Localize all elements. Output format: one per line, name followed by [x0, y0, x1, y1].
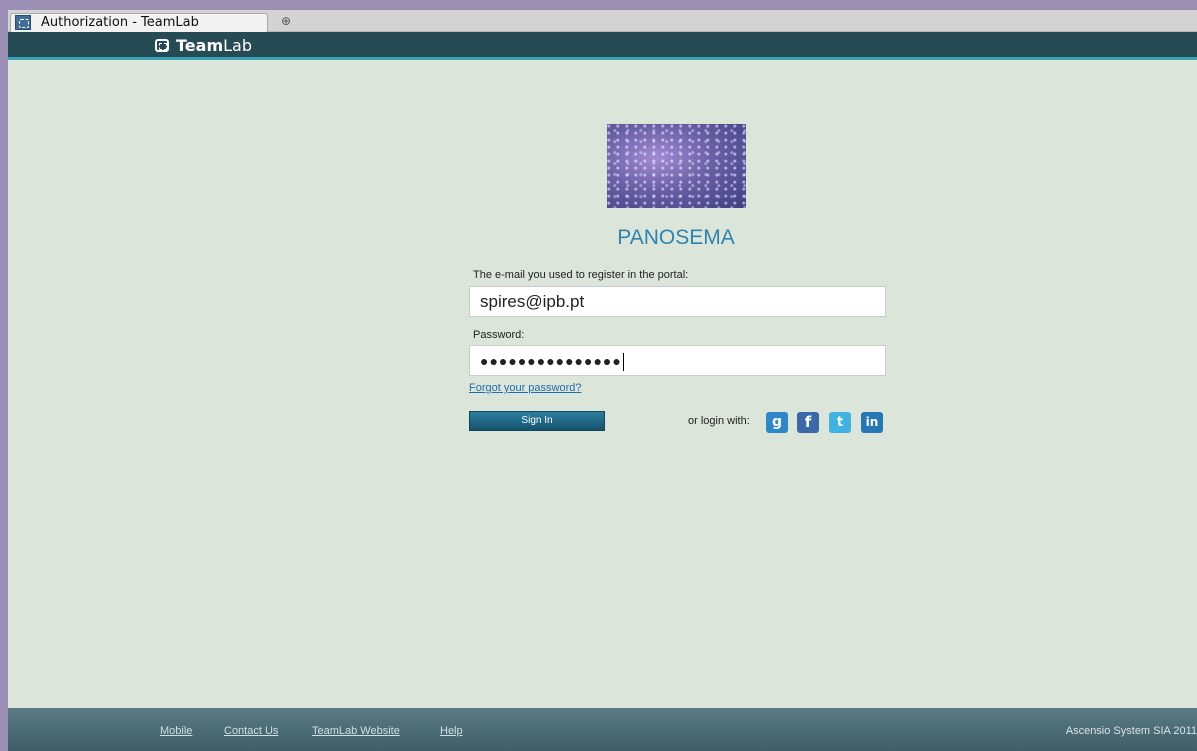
logo-text-lab: Lab [223, 36, 252, 55]
footer-link-contact-us[interactable]: Contact Us [224, 725, 278, 737]
google-login-icon[interactable]: g [766, 412, 788, 433]
browser-window: Authorization - TeamLab ⊕ TeamLab PANOSE… [8, 10, 1197, 751]
teamlab-favicon-icon [15, 15, 31, 30]
tab-bar: Authorization - TeamLab ⊕ [8, 10, 1197, 32]
browser-tab[interactable]: Authorization - TeamLab [10, 13, 268, 32]
teamlab-logo[interactable]: TeamLab [155, 36, 252, 56]
teamlab-logo-icon [155, 39, 169, 52]
text-caret [622, 352, 624, 371]
twitter-login-icon[interactable]: t [829, 412, 851, 433]
site-footer: Mobile Contact Us TeamLab Website Help A… [8, 708, 1197, 751]
tab-title: Authorization - TeamLab [41, 15, 199, 30]
password-field[interactable]: ●●●●●●●●●●●●●●● [469, 345, 886, 376]
footer-link-mobile[interactable]: Mobile [160, 725, 192, 737]
password-label: Password: [473, 329, 525, 341]
logo-text-team: Team [176, 36, 224, 55]
copyright-text: Ascensio System SIA 2011 [1065, 725, 1197, 737]
email-field[interactable]: spires@ipb.pt [469, 286, 886, 317]
site-header: TeamLab [8, 32, 1197, 60]
linkedin-login-icon[interactable]: in [861, 412, 883, 433]
email-label: The e-mail you used to register in the p… [473, 269, 689, 281]
sign-in-button[interactable]: Sign In [469, 411, 605, 431]
email-value: spires@ipb.pt [480, 292, 585, 311]
password-value: ●●●●●●●●●●●●●●● [480, 353, 622, 369]
footer-link-teamlab-website[interactable]: TeamLab Website [312, 725, 400, 737]
new-tab-icon[interactable]: ⊕ [278, 13, 294, 29]
or-login-with-label: or login with: [688, 415, 750, 427]
forgot-password-link[interactable]: Forgot your password? [469, 382, 582, 394]
portal-name: PANOSEMA [617, 226, 735, 249]
footer-link-help[interactable]: Help [440, 725, 463, 737]
portal-logo-image [607, 124, 746, 208]
facebook-login-icon[interactable]: f [797, 412, 819, 433]
